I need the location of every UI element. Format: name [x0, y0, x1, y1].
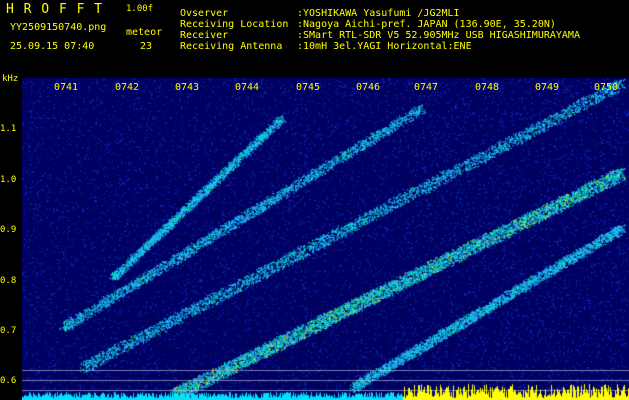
observer-value: :YOSHIKAWA Yasufumi /JG2MLI	[297, 8, 460, 19]
meteor-label: meteor	[126, 27, 163, 38]
app-logo: H R O F F T	[6, 2, 104, 17]
spectrogram-canvas	[22, 78, 629, 400]
receiver-label: Receiver	[180, 30, 229, 41]
file-name: YY2509150740.png	[10, 22, 107, 33]
y-tick-label: 0.7	[0, 326, 17, 336]
x-tick-label: 0746	[356, 82, 381, 93]
x-tick-label: 0742	[115, 82, 140, 93]
x-tick-label: 0745	[296, 82, 321, 93]
receiver-value: :SMart RTL-SDR V5 52.905MHz USB HIGASHIM…	[297, 30, 580, 41]
observer-label: Ovserver	[180, 8, 229, 19]
y-tick-label: 0.6	[0, 376, 17, 386]
y-tick-label: 0.8	[0, 276, 17, 286]
y-axis-unit: kHz	[2, 74, 19, 84]
y-tick-label: 0.9	[0, 225, 17, 235]
x-tick-label: 0741	[54, 82, 79, 93]
y-tick-label: 1.1	[0, 124, 17, 134]
info-values: :YOSHIKAWA Yasufumi /JG2MLI :Nagoya Aich…	[297, 8, 580, 52]
meteor-count: 23	[140, 41, 153, 52]
x-tick-label: 0743	[175, 82, 200, 93]
x-tick-label: 0750	[594, 82, 619, 93]
location-value: :Nagoya Aichi-pref. JAPAN (136.90E, 35.2…	[297, 19, 556, 30]
antenna-label: Receiving Antenna	[180, 41, 283, 52]
x-tick-label: 0749	[535, 82, 560, 93]
x-tick-label: 0748	[475, 82, 500, 93]
info-labels: Ovserver Receiving Location Receiver Rec…	[180, 8, 288, 52]
hroft-spectrogram-window: H R O F F T 1.00f YY2509150740.png meteo…	[0, 0, 629, 400]
app-version: 1.00f	[126, 4, 154, 14]
capture-datetime: 25.09.15 07:40	[10, 41, 95, 52]
y-tick-label: 1.0	[0, 175, 17, 185]
antenna-value: :10mH 3el.YAGI Horizontal:ENE	[297, 41, 472, 52]
location-label: Receiving Location	[180, 19, 289, 30]
x-tick-label: 0744	[235, 82, 260, 93]
spectrogram-plot	[22, 78, 629, 400]
x-tick-label: 0747	[414, 82, 439, 93]
